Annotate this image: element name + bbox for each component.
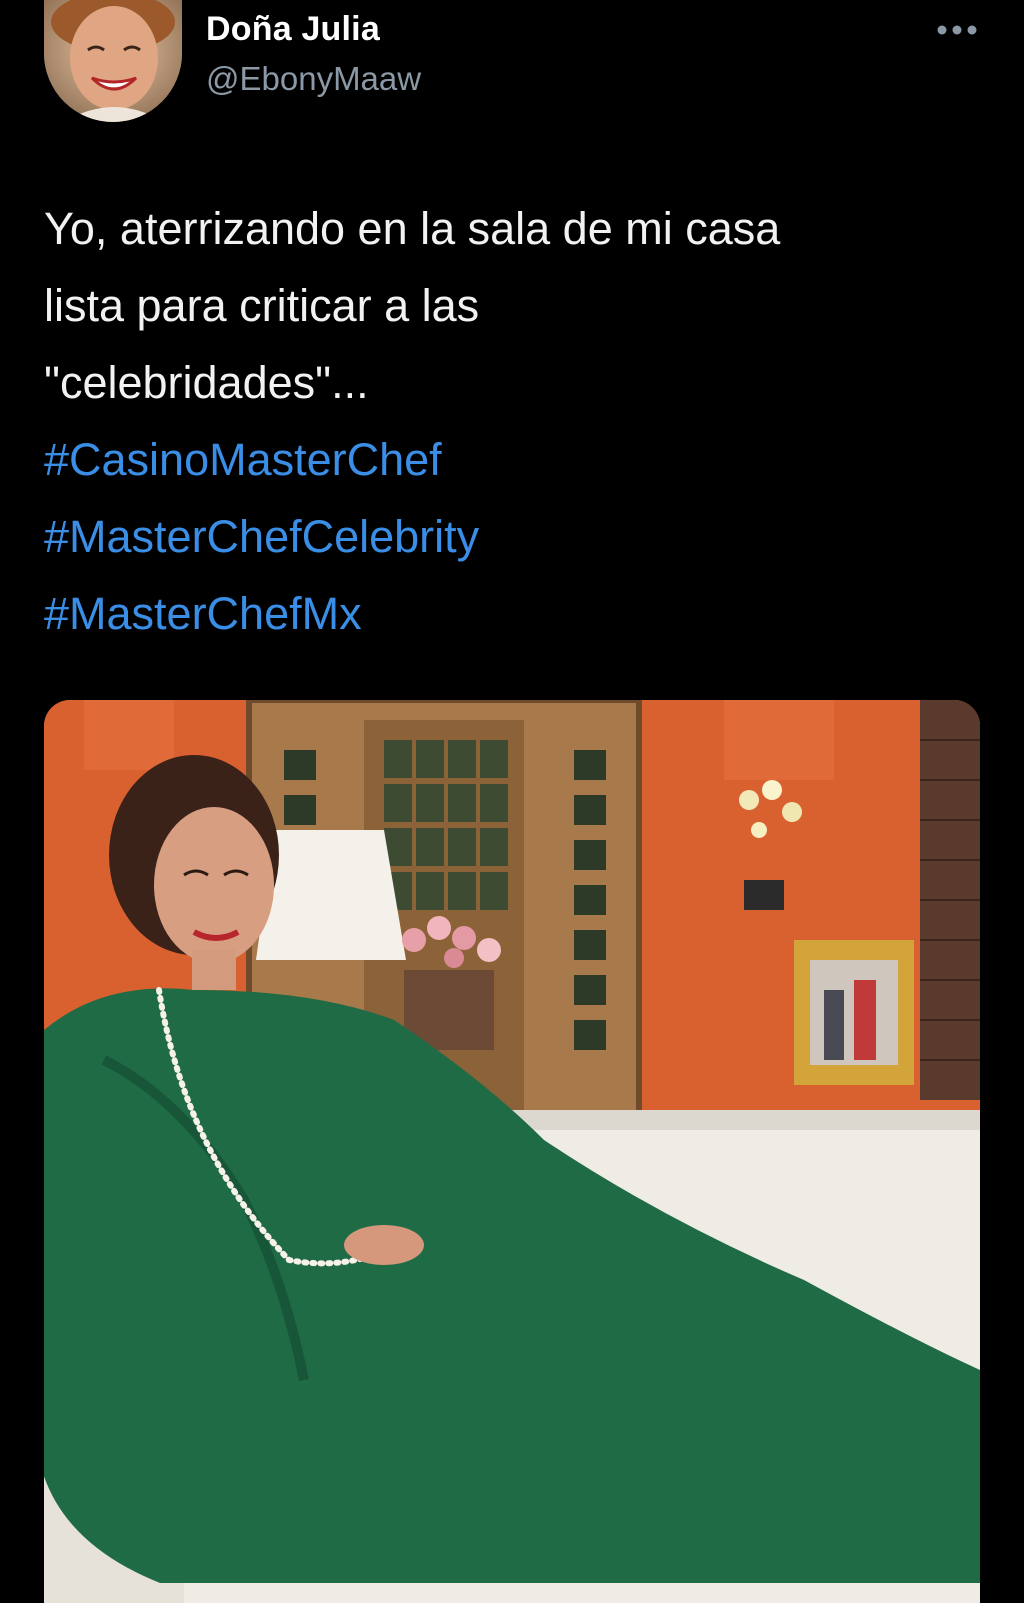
- tweet-media-image[interactable]: [44, 700, 980, 1603]
- hashtag-link[interactable]: #MasterChefMx: [44, 575, 1004, 652]
- more-horizontal-icon: [937, 25, 977, 35]
- tweet-text-line: lista para criticar a las: [44, 280, 480, 331]
- author-handle[interactable]: @EbonyMaaw: [206, 60, 421, 98]
- author-display-name[interactable]: Doña Julia: [206, 10, 380, 49]
- tweet: Doña Julia @EbonyMaaw Yo, aterrizando en…: [0, 0, 1024, 1603]
- hashtag-link[interactable]: #MasterChefCelebrity: [44, 498, 1004, 575]
- tweet-text-line: Yo, aterrizando en la sala de mi casa: [44, 203, 781, 254]
- hashtag-link[interactable]: #CasinoMasterChef: [44, 421, 1004, 498]
- avatar-image: [44, 0, 182, 122]
- more-options-button[interactable]: [932, 12, 982, 48]
- author-avatar[interactable]: [44, 0, 182, 122]
- tweet-text: Yo, aterrizando en la sala de mi casa li…: [44, 190, 1004, 652]
- media-illustration: [44, 700, 980, 1603]
- tweet-text-line: "celebridades"...: [44, 357, 369, 408]
